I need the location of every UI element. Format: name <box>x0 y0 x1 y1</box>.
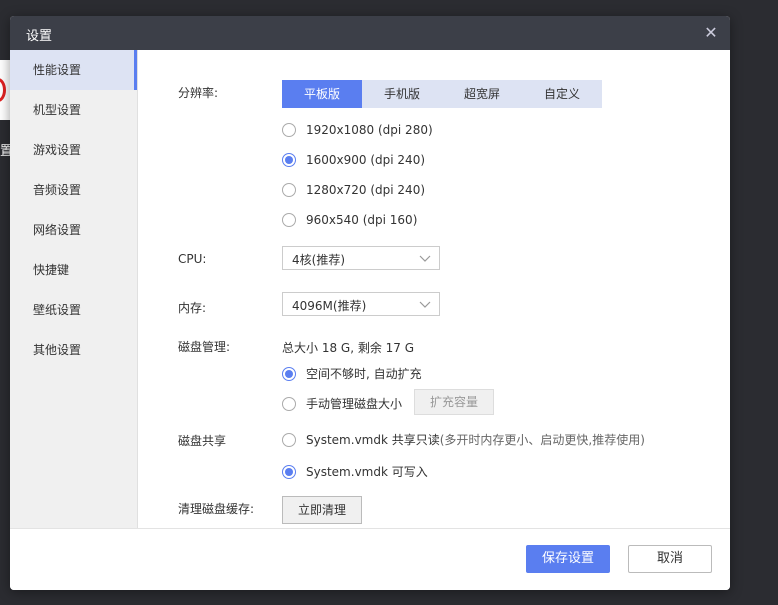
close-icon[interactable]: ✕ <box>702 24 720 42</box>
disk-manual-label: 手动管理磁盘大小 <box>306 397 403 411</box>
tab-custom[interactable]: 自定义 <box>522 80 602 108</box>
sidebar-item-game[interactable]: 游戏设置 <box>10 130 137 170</box>
disk-share-writable-label: System.vmdk 可写入 <box>306 465 428 479</box>
radio-button-selected[interactable] <box>282 366 296 381</box>
expand-capacity-button[interactable]: 扩充容量 <box>414 389 494 415</box>
cpu-label: CPU: <box>178 252 207 266</box>
memory-select[interactable]: 4096M(推荐) <box>282 292 440 316</box>
chevron-down-icon <box>419 295 431 316</box>
tab-tablet[interactable]: 平板版 <box>282 80 362 108</box>
resolution-option-1600[interactable]: 1600x900 (dpi 240) <box>282 153 425 167</box>
radio-button[interactable] <box>282 213 296 227</box>
dialog-titlebar: 设置 ✕ <box>10 16 730 50</box>
cpu-select[interactable]: 4核(推荐) <box>282 246 440 270</box>
radio-button-selected[interactable] <box>282 153 296 167</box>
cancel-button[interactable]: 取消 <box>628 545 712 573</box>
resolution-option-960[interactable]: 960x540 (dpi 160) <box>282 213 417 227</box>
radio-button-selected[interactable] <box>282 464 296 479</box>
sidebar-item-audio[interactable]: 音频设置 <box>10 170 137 210</box>
resolution-label: 分辨率: <box>178 86 219 100</box>
sidebar-item-device-model[interactable]: 机型设置 <box>10 90 137 130</box>
save-settings-button[interactable]: 保存设置 <box>526 545 610 573</box>
dialog-footer: 保存设置 取消 <box>10 528 730 590</box>
disk-auto-expand-label: 空间不够时, 自动扩充 <box>306 367 422 381</box>
tab-ultrawide[interactable]: 超宽屏 <box>442 80 522 108</box>
settings-sidebar: 性能设置 机型设置 游戏设置 音频设置 网络设置 快捷键 壁纸设置 其他设置 <box>10 50 138 528</box>
dialog-title: 设置 <box>26 29 53 44</box>
memory-select-value: 4096M(推荐) <box>292 299 367 313</box>
sidebar-item-network[interactable]: 网络设置 <box>10 210 137 250</box>
disk-share-readonly-option[interactable]: System.vmdk 共享只读 (多开时内存更小、启动更快,推荐使用) <box>282 431 645 448</box>
settings-content: 分辨率: 平板版 手机版 超宽屏 自定义 1920x1080 (dpi 280)… <box>138 50 730 528</box>
disk-manual-option[interactable]: 手动管理磁盘大小 <box>282 395 402 412</box>
resolution-option-label: 1600x900 (dpi 240) <box>306 153 426 167</box>
sidebar-item-wallpaper[interactable]: 壁纸设置 <box>10 290 137 330</box>
sidebar-item-performance[interactable]: 性能设置 <box>10 50 137 90</box>
resolution-option-1280[interactable]: 1280x720 (dpi 240) <box>282 183 425 197</box>
disk-share-writable-option[interactable]: System.vmdk 可写入 <box>282 463 428 480</box>
disk-share-readonly-label: System.vmdk 共享只读 <box>306 433 440 447</box>
resolution-option-label: 960x540 (dpi 160) <box>306 213 418 227</box>
clear-now-button[interactable]: 立即清理 <box>282 496 362 524</box>
radio-button[interactable] <box>282 396 296 411</box>
resolution-option-label: 1920x1080 (dpi 280) <box>306 123 433 137</box>
tab-phone[interactable]: 手机版 <box>362 80 442 108</box>
disk-summary: 总大小 18 G, 剩余 17 G <box>282 341 415 355</box>
disk-label: 磁盘管理: <box>178 340 231 354</box>
settings-dialog: 设置 ✕ 性能设置 机型设置 游戏设置 音频设置 网络设置 快捷键 壁纸设置 其… <box>10 16 730 590</box>
cpu-select-value: 4核(推荐) <box>292 253 345 267</box>
disk-share-label: 磁盘共享 <box>178 434 227 448</box>
disk-share-readonly-note: (多开时内存更小、启动更快,推荐使用) <box>439 433 645 447</box>
chevron-down-icon <box>419 249 431 270</box>
background-logo-icon <box>0 78 6 102</box>
memory-label: 内存: <box>178 301 207 315</box>
radio-button[interactable] <box>282 432 296 447</box>
sidebar-item-shortcuts[interactable]: 快捷键 <box>10 250 137 290</box>
disk-auto-expand-option[interactable]: 空间不够时, 自动扩充 <box>282 365 422 382</box>
radio-button[interactable] <box>282 183 296 197</box>
resolution-option-1920[interactable]: 1920x1080 (dpi 280) <box>282 123 433 137</box>
resolution-tabs: 平板版 手机版 超宽屏 自定义 <box>282 80 602 108</box>
resolution-option-label: 1280x720 (dpi 240) <box>306 183 426 197</box>
sidebar-item-other[interactable]: 其他设置 <box>10 330 137 370</box>
clear-cache-label: 清理磁盘缓存: <box>178 502 255 516</box>
radio-button[interactable] <box>282 123 296 137</box>
